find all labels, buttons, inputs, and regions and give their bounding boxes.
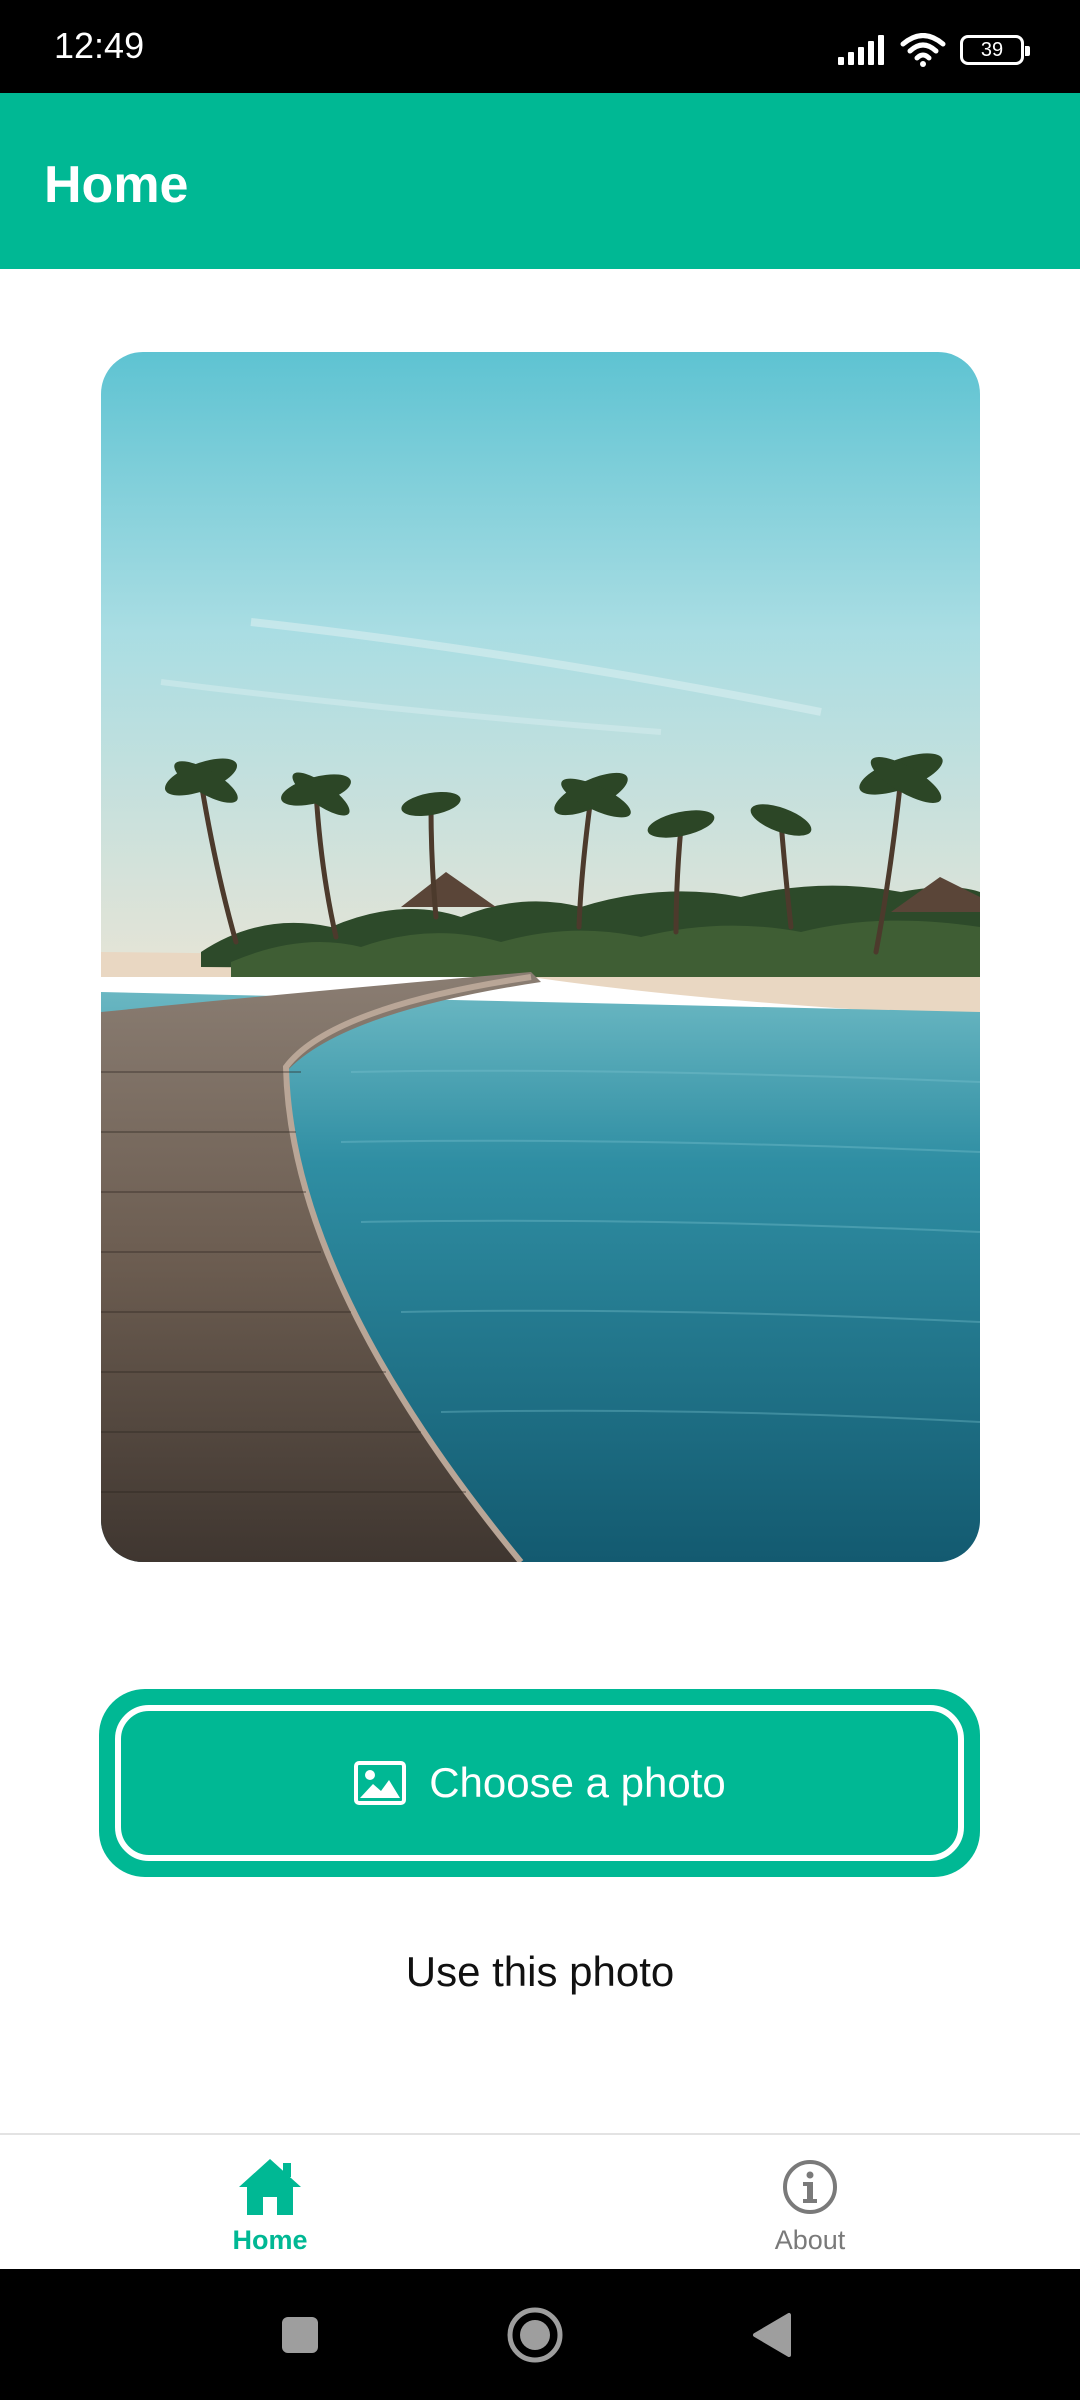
recents-button[interactable] [240, 2269, 360, 2400]
page-title: Home [44, 156, 189, 214]
choose-photo-button-border: Choose a photo [115, 1705, 964, 1861]
screen: 12:49 39 Home Choose a photo Use this ph… [0, 0, 1080, 2400]
choose-photo-button[interactable]: Choose a photo [99, 1689, 980, 1877]
use-photo-button[interactable]: Use this photo [300, 1940, 780, 2004]
image-icon [354, 1761, 407, 1805]
beach-photo-image [101, 352, 980, 1562]
battery-icon: 39 [960, 35, 1030, 65]
home-circle-icon [507, 2307, 563, 2362]
wifi-icon [900, 33, 946, 67]
recents-icon [282, 2316, 318, 2353]
status-time: 12:49 [54, 25, 145, 66]
nav-item-about[interactable]: About [540, 2135, 1080, 2269]
nav-label-about: About [774, 2225, 846, 2255]
status-icons: 39 [838, 30, 1030, 70]
signal-icon [838, 35, 884, 65]
system-navigation-bar [0, 2269, 1080, 2400]
choose-photo-label: Choose a photo [429, 1759, 726, 1806]
system-home-button[interactable] [475, 2269, 595, 2400]
nav-item-home[interactable]: Home [0, 2135, 540, 2269]
use-photo-label: Use this photo [405, 1948, 675, 1995]
nav-label-home: Home [232, 2225, 308, 2255]
info-icon [783, 2160, 837, 2214]
home-icon [239, 2159, 301, 2215]
status-bar: 12:49 39 [0, 0, 1080, 93]
app-bar: Home [0, 93, 1080, 269]
bottom-navigation: Home About [0, 2133, 1080, 2269]
back-icon [753, 2312, 791, 2357]
selected-photo [101, 352, 980, 1562]
battery-level: 39 [980, 39, 1004, 61]
back-button[interactable] [712, 2269, 832, 2400]
